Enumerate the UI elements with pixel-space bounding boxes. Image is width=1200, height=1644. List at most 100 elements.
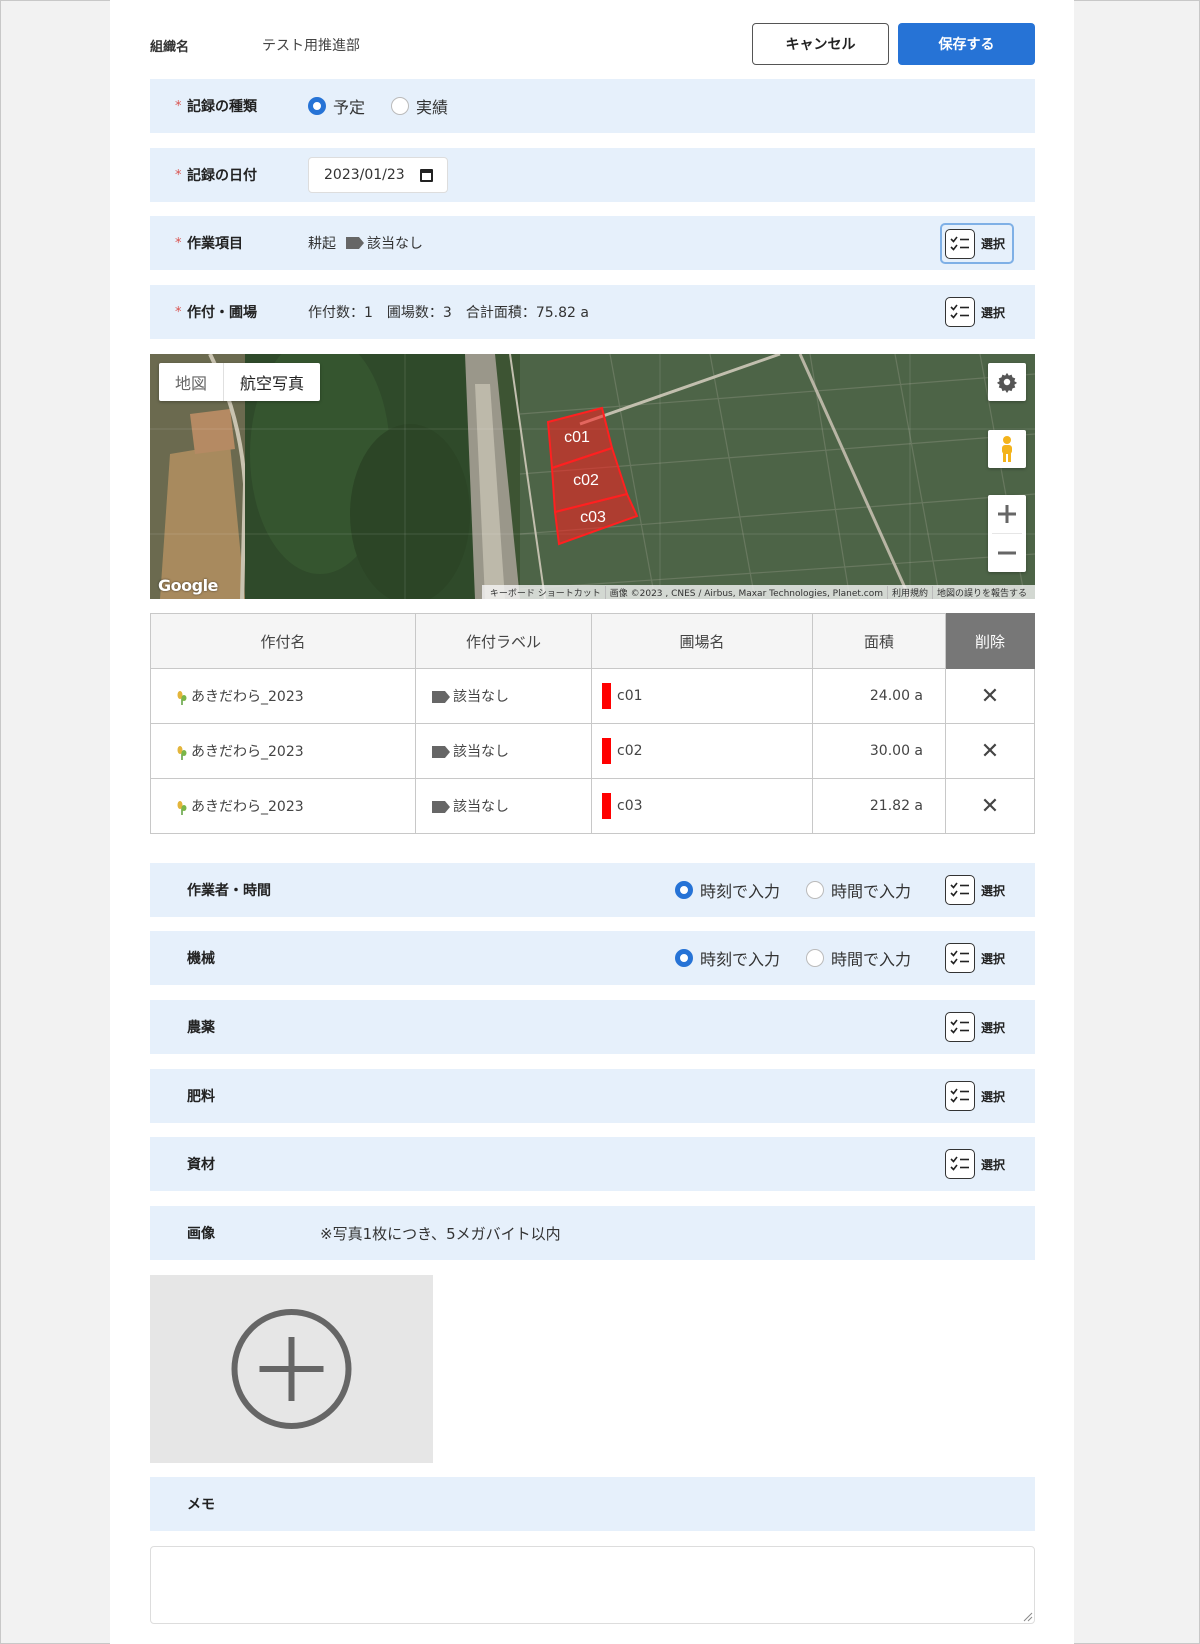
table-row: あきだわら_2023 該当なし c02 30.00 a ✕ <box>150 723 1035 779</box>
col-crop-name: 作付名 <box>150 613 416 669</box>
work-item-tag: 該当なし <box>367 236 423 252</box>
checklist-icon <box>945 1149 975 1179</box>
imagery-credit: 画像 ©2023 , CNES / Airbus, Maxar Technolo… <box>604 585 887 599</box>
zoom-controls <box>988 495 1026 572</box>
machine-input-mode: 時刻で入力 時間で入力 <box>675 931 937 985</box>
map-tab-map[interactable]: 地図 <box>159 363 225 401</box>
checklist-icon <box>945 1081 975 1111</box>
tag-icon <box>432 801 450 813</box>
work-item-label: 作業項目 <box>187 236 243 252</box>
checklist-icon <box>945 228 975 259</box>
checklist-icon <box>945 1012 975 1042</box>
checklist-icon <box>945 297 975 327</box>
memo-row: メモ <box>150 1477 1035 1531</box>
field-color-swatch <box>602 738 611 764</box>
keyboard-shortcut-link[interactable]: キーボード ショートカット <box>486 586 605 599</box>
crop-sprout-icon <box>177 799 187 815</box>
work-item-name: 耕起 <box>308 236 336 252</box>
resize-handle-icon[interactable] <box>1023 1612 1033 1622</box>
crop-name-cell: あきだわら_2023 <box>150 778 416 834</box>
tag-icon <box>346 237 364 249</box>
required-mark: * <box>175 167 182 183</box>
field-name: c01 <box>617 688 643 704</box>
cancel-button[interactable]: キャンセル <box>752 23 889 65</box>
area-cell: 24.00 a <box>812 668 946 724</box>
select-label: 選択 <box>981 1020 1006 1035</box>
work-item-select-button[interactable]: 選択 <box>940 223 1014 264</box>
delete-row-close-icon[interactable]: ✕ <box>945 778 1035 834</box>
material-row: 資材 選択 <box>150 1137 1035 1191</box>
area-cell: 21.82 a <box>812 778 946 834</box>
fertilizer-row: 肥料 選択 <box>150 1069 1035 1123</box>
radio-by-clock-label: 時刻で入力 <box>700 950 781 969</box>
pesticide-select-button[interactable]: 選択 <box>942 1008 1012 1046</box>
image-size-note: ※写真1枚につき、5メガバイト以内 <box>320 1224 561 1243</box>
radio-checked-icon <box>675 881 693 899</box>
area-cell: 30.00 a <box>812 723 946 779</box>
radio-planned[interactable]: 予定 <box>308 94 365 118</box>
worker-select-button[interactable]: 選択 <box>942 871 1012 909</box>
col-area: 面積 <box>812 613 946 669</box>
report-error-link[interactable]: 地図の誤りを報告する <box>931 585 1031 599</box>
radio-by-duration[interactable]: 時間で入力 <box>806 946 911 970</box>
calendar-icon[interactable] <box>420 169 433 182</box>
material-select-button[interactable]: 選択 <box>942 1145 1012 1183</box>
zoom-in-icon[interactable] <box>992 496 1022 534</box>
record-type-label: 記録の種類 <box>187 99 257 115</box>
google-logo: Google <box>158 576 218 595</box>
select-label: 選択 <box>981 1157 1006 1172</box>
crop-field-select-button[interactable]: 選択 <box>942 293 1012 331</box>
date-input[interactable]: 2023/01/23 <box>308 157 448 193</box>
street-view-pegman-icon[interactable] <box>988 430 1026 468</box>
col-field-name: 圃場名 <box>591 613 813 669</box>
worker-time-row: 作業者・時間 時刻で入力 時間で入力 選択 <box>150 863 1035 917</box>
map-type-toggle: 地図 航空写真 <box>159 363 321 401</box>
col-crop-label: 作付ラベル <box>415 613 592 669</box>
table-header-row: 作付名 作付ラベル 圃場名 面積 削除 <box>150 613 1035 669</box>
pesticide-label: 農薬 <box>187 1020 215 1036</box>
field-map[interactable]: c01 c02 c03 地図 航空写真 Google キーボード ショートカット… <box>150 354 1035 599</box>
radio-unchecked-icon <box>806 881 825 899</box>
tag-icon <box>432 691 450 703</box>
checklist-icon <box>945 943 975 973</box>
map-settings-gear-icon[interactable] <box>988 363 1026 401</box>
map-tab-satellite[interactable]: 航空写真 <box>224 363 320 401</box>
radio-by-clock[interactable]: 時刻で入力 <box>675 946 780 970</box>
select-label: 選択 <box>981 305 1006 320</box>
radio-actual-label: 実績 <box>416 98 449 117</box>
delete-row-close-icon[interactable]: ✕ <box>945 668 1035 724</box>
add-image-button[interactable] <box>150 1275 433 1463</box>
machine-row: 機械 時刻で入力 時間で入力 選択 <box>150 931 1035 985</box>
crop-label: 該当なし <box>453 744 509 760</box>
date-value: 2023/01/23 <box>324 167 405 183</box>
polygon-label-c03: c03 <box>580 509 606 526</box>
fertilizer-select-button[interactable]: 選択 <box>942 1077 1012 1115</box>
crop-name-cell: あきだわら_2023 <box>150 668 416 724</box>
crop-label-cell: 該当なし <box>415 723 592 779</box>
field-color-swatch <box>602 683 611 709</box>
radio-by-clock[interactable]: 時刻で入力 <box>675 878 780 902</box>
material-label: 資材 <box>187 1157 215 1173</box>
select-label: 選択 <box>981 951 1006 966</box>
table-row: あきだわら_2023 該当なし c03 21.82 a ✕ <box>150 778 1035 834</box>
field-name-cell: c03 <box>591 778 813 834</box>
checklist-icon <box>945 875 975 905</box>
record-date-row: * 記録の日付 2023/01/23 <box>150 148 1035 202</box>
terms-link[interactable]: 利用規約 <box>886 585 932 599</box>
memo-textarea[interactable] <box>150 1546 1035 1624</box>
zoom-out-icon[interactable] <box>992 534 1022 572</box>
field-name: c03 <box>617 798 643 814</box>
field-name-cell: c01 <box>591 668 813 724</box>
radio-actual[interactable]: 実績 <box>391 94 448 118</box>
tag-icon <box>432 746 450 758</box>
worker-time-label: 作業者・時間 <box>187 883 271 899</box>
machine-select-button[interactable]: 選択 <box>942 939 1012 977</box>
delete-row-close-icon[interactable]: ✕ <box>945 723 1035 779</box>
crop-label: 該当なし <box>453 689 509 705</box>
record-date-label: 記録の日付 <box>187 168 257 184</box>
radio-by-duration[interactable]: 時間で入力 <box>806 878 911 902</box>
save-button[interactable]: 保存する <box>898 23 1035 65</box>
record-type-options: 予定 実績 <box>308 79 474 133</box>
select-label: 選択 <box>981 237 1006 251</box>
radio-by-duration-label: 時間で入力 <box>831 882 912 901</box>
